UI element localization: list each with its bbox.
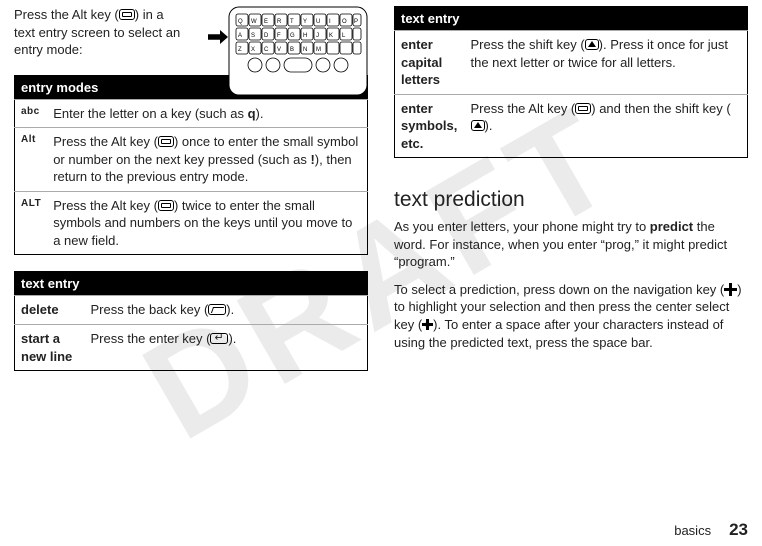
table-row: delete Press the back key (). [15, 296, 368, 325]
page-footer: basics 23 [674, 520, 748, 540]
svg-text:F: F [277, 33, 281, 39]
svg-text:C: C [264, 47, 269, 53]
text-entry-header: text entry [395, 7, 748, 31]
keyboard-illustration: QWERTYUIOP ASDFGHJKL ZXCVBNM [228, 6, 368, 96]
text-prediction-heading: text prediction [394, 188, 748, 212]
alt-key-icon [158, 200, 174, 211]
table-row: Alt Press the Alt key () once to enter t… [15, 128, 368, 192]
text-entry-table-left: text entry delete Press the back key ().… [14, 271, 368, 371]
nav-key-icon [724, 283, 737, 296]
text-entry-header: text entry [15, 272, 368, 296]
svg-text:A: A [238, 33, 242, 39]
keyboard-svg: QWERTYUIOP ASDFGHJKL ZXCVBNM [228, 6, 368, 96]
enter-key-icon [210, 333, 228, 344]
table-row: start a new line Press the enter key (). [15, 325, 368, 371]
action-label: delete [15, 296, 85, 325]
action-desc: Press the back key (). [85, 296, 368, 325]
svg-text:W: W [251, 19, 257, 25]
right-column: text entry enter capital letters Press t… [394, 6, 748, 501]
action-desc: Press the enter key (). [85, 325, 368, 371]
mode-desc: Enter the letter on a key (such as q). [47, 99, 367, 128]
predict-bold: predict [650, 219, 693, 234]
svg-text:P: P [354, 19, 358, 25]
table-row: enter symbols, etc. Press the Alt key ()… [395, 94, 748, 158]
svg-text:U: U [316, 19, 320, 25]
svg-text:E: E [264, 19, 268, 25]
svg-text:J: J [316, 33, 319, 39]
table-row: ALT Press the Alt key () twice to enter … [15, 191, 368, 255]
action-desc: Press the Alt key () and then the shift … [465, 94, 748, 158]
mode-label: ALT [15, 191, 48, 255]
prediction-p2: To select a prediction, press down on th… [394, 281, 748, 351]
svg-text:T: T [290, 19, 294, 25]
table-row: enter capital letters Press the shift ke… [395, 31, 748, 95]
shift-key-icon [585, 39, 599, 50]
svg-text:K: K [329, 33, 333, 39]
center-key-icon [422, 319, 433, 330]
svg-text:Z: Z [238, 47, 242, 53]
left-column: Press the Alt key () in a text entry scr… [14, 6, 368, 501]
svg-text:X: X [251, 47, 255, 53]
action-label: enter symbols, etc. [395, 94, 465, 158]
mode-desc: Press the Alt key () twice to enter the … [47, 191, 367, 255]
svg-text:B: B [290, 47, 294, 53]
action-label: enter capital letters [395, 31, 465, 95]
entry-modes-table: entry modes abc Enter the letter on a ke… [14, 75, 368, 256]
svg-text:Q: Q [238, 19, 243, 25]
alt-key-icon [575, 103, 591, 114]
arrow-icon [208, 30, 228, 44]
svg-text:D: D [264, 33, 269, 39]
svg-text:S: S [251, 33, 255, 39]
svg-text:O: O [342, 19, 347, 25]
svg-text:H: H [303, 33, 307, 39]
action-label: start a new line [15, 325, 85, 371]
svg-text:M: M [316, 47, 321, 53]
back-key-icon [208, 304, 226, 315]
action-desc: Press the shift key (). Press it once fo… [465, 31, 748, 95]
alt-key-icon [158, 136, 174, 147]
text-entry-table-right: text entry enter capital letters Press t… [394, 6, 748, 158]
shift-key-icon [471, 120, 485, 131]
intro-text: Press the Alt key () in a text entry scr… [14, 6, 184, 59]
svg-text:V: V [277, 47, 281, 53]
mode-label: abc [15, 99, 48, 128]
svg-text:N: N [303, 47, 307, 53]
intro-block: Press the Alt key () in a text entry scr… [14, 6, 368, 59]
svg-text:R: R [277, 19, 282, 25]
footer-section: basics [674, 523, 711, 538]
alt-key-icon [119, 9, 135, 20]
svg-text:G: G [290, 33, 295, 39]
svg-text:Y: Y [303, 19, 307, 25]
prediction-p1: As you enter letters, your phone might t… [394, 218, 748, 271]
mode-desc: Press the Alt key () once to enter the s… [47, 128, 367, 192]
table-row: abc Enter the letter on a key (such as q… [15, 99, 368, 128]
mode-label: Alt [15, 128, 48, 192]
page-number: 23 [729, 520, 748, 540]
